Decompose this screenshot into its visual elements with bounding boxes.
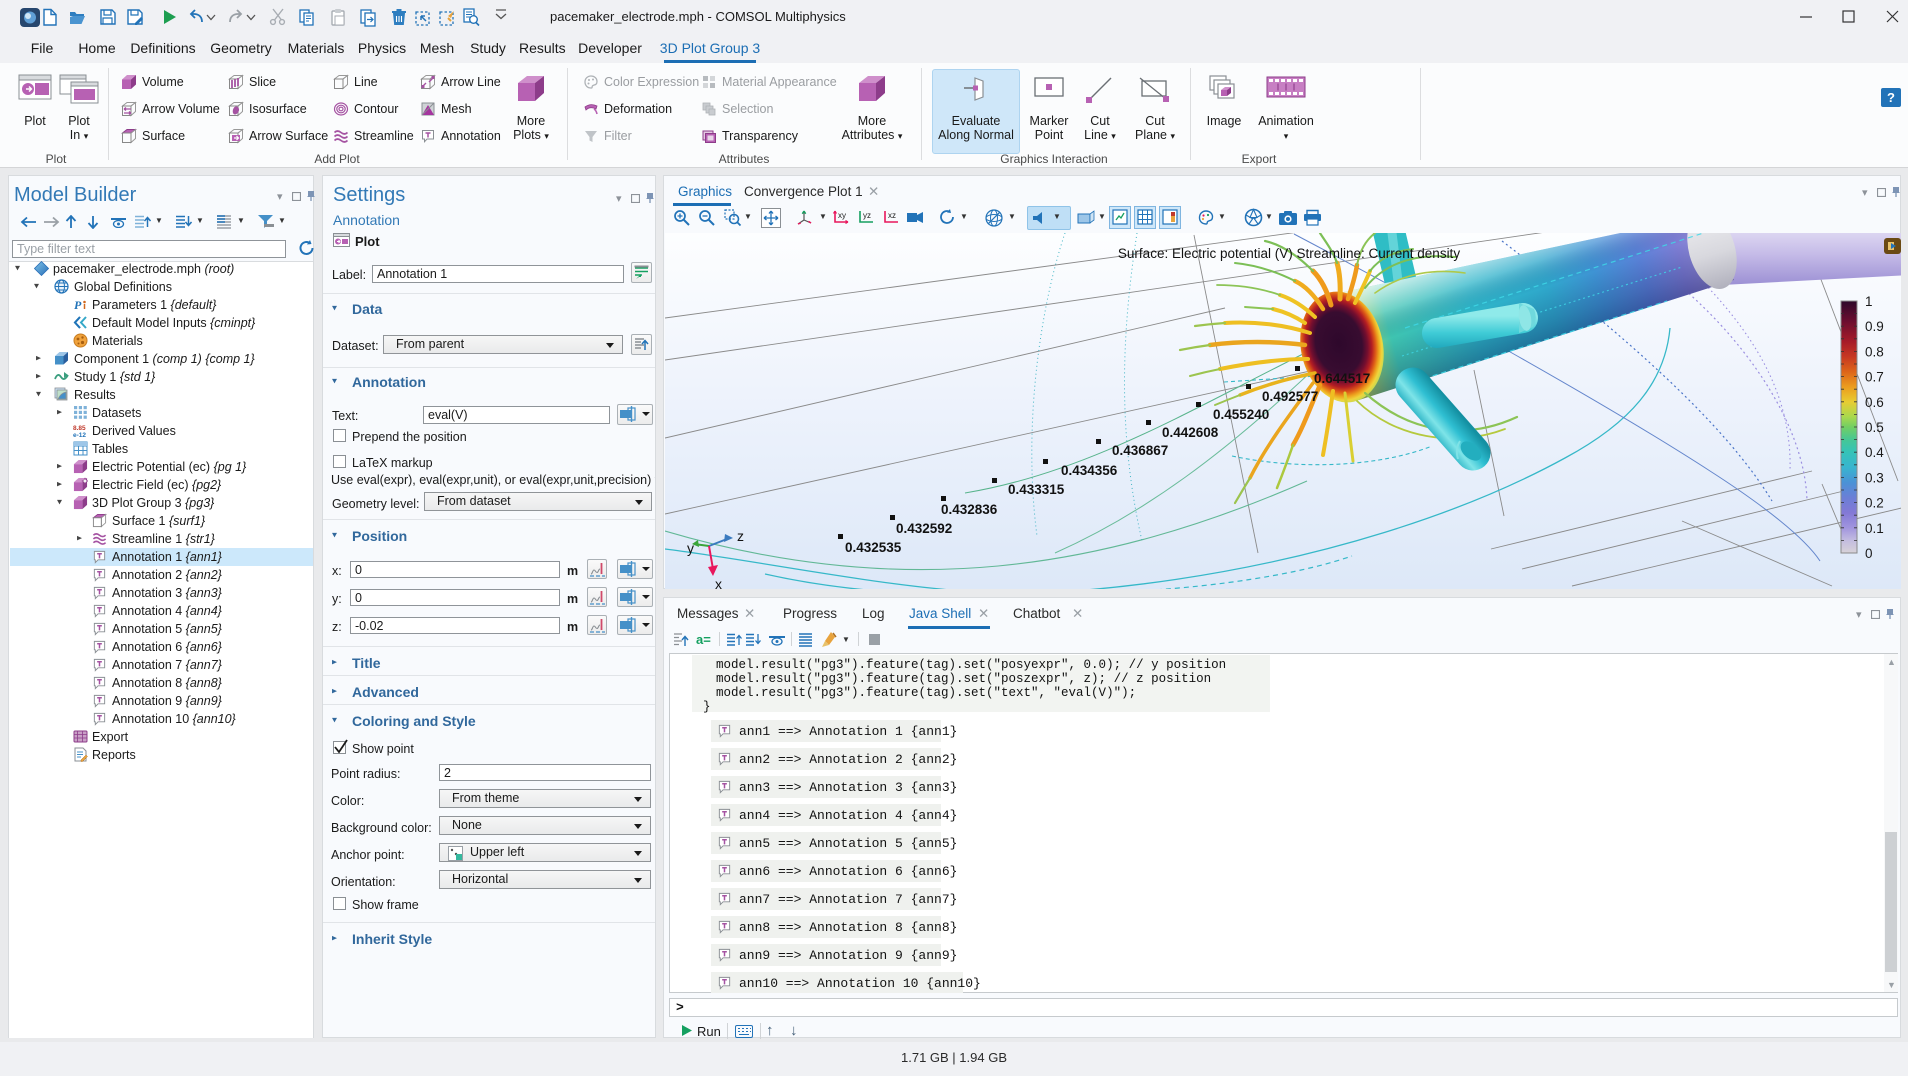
svg-text:0.442608: 0.442608 (1162, 425, 1219, 440)
svg-text:0.455240: 0.455240 (1213, 407, 1269, 422)
svg-text:1: 1 (1865, 294, 1873, 309)
svg-text:xz: xz (888, 211, 896, 220)
svg-text:a=: a= (696, 632, 711, 647)
svg-text:0.2: 0.2 (1865, 496, 1884, 511)
svg-text:0.5: 0.5 (1865, 420, 1884, 435)
svg-text:y: y (687, 540, 694, 556)
svg-text:P: P (74, 298, 82, 312)
svg-text:0.432836: 0.432836 (941, 502, 998, 517)
svg-text:0.644517: 0.644517 (1314, 371, 1370, 386)
svg-text:xy: xy (838, 211, 846, 220)
svg-text:0.9: 0.9 (1865, 319, 1884, 334)
svg-text:0.432592: 0.432592 (896, 521, 952, 536)
svg-text:0.1: 0.1 (1865, 521, 1884, 536)
svg-text:e-12: e-12 (73, 432, 86, 438)
svg-text:0.3: 0.3 (1865, 470, 1884, 485)
svg-text:x: x (715, 576, 722, 589)
svg-text:yz: yz (863, 211, 871, 220)
svg-text:0.4: 0.4 (1865, 445, 1884, 460)
svg-text:0.492577: 0.492577 (1262, 389, 1318, 404)
svg-text:0.6: 0.6 (1865, 395, 1884, 410)
svg-text:0: 0 (1865, 546, 1873, 561)
svg-text:z: z (737, 528, 744, 544)
svg-text:0.432535: 0.432535 (845, 540, 902, 555)
svg-text:8.85: 8.85 (73, 425, 86, 432)
svg-text:0.8: 0.8 (1865, 344, 1884, 359)
svg-text:0.434356: 0.434356 (1061, 463, 1118, 478)
svg-text:0.7: 0.7 (1865, 370, 1884, 385)
svg-text:0.433315: 0.433315 (1008, 482, 1065, 497)
svg-text:0.436867: 0.436867 (1112, 443, 1168, 458)
svg-text:Surface: Electric potential (V: Surface: Electric potential (V) Streamli… (1118, 246, 1460, 261)
